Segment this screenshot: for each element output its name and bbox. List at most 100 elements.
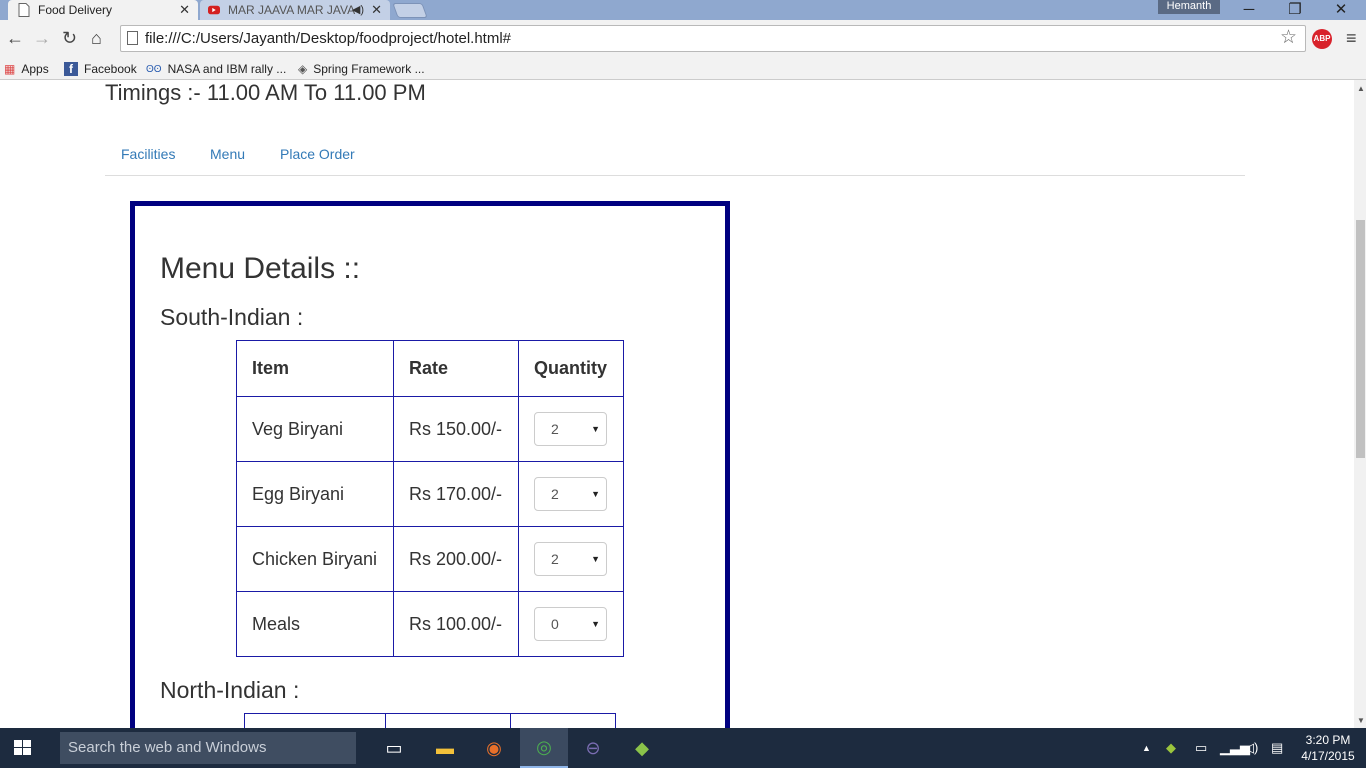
quantity-select[interactable]: 2 ▼: [534, 412, 607, 446]
quantity-select[interactable]: 0 ▼: [534, 607, 607, 641]
quantity-cell: 2 ▼: [518, 396, 624, 462]
page-nav: Facilities Menu Place Order: [105, 146, 1245, 176]
tab-youtube[interactable]: MAR JAAVA MAR JAVA ◀) ✕: [200, 0, 390, 20]
tab-strip: Food Delivery ✕ MAR JAAVA MAR JAVA ◀) ✕ …: [0, 0, 1366, 20]
close-tab-icon[interactable]: ✕: [371, 2, 382, 18]
minimize-icon[interactable]: ─: [1226, 0, 1272, 20]
url-text: file:///C:/Users/Jayanth/Desktop/foodpro…: [145, 30, 512, 47]
chrome-icon[interactable]: ◎: [520, 728, 568, 768]
tab-title: Food Delivery: [38, 3, 113, 17]
table-row: Veg Biryani Rs 150.00/- 2 ▼: [236, 396, 624, 462]
youtube-icon: [208, 5, 220, 15]
new-tab-button[interactable]: [392, 3, 428, 18]
item-name: Chicken Biryani: [236, 526, 394, 592]
quantity-select[interactable]: 2 ▼: [534, 542, 607, 576]
profile-badge[interactable]: Hemanth: [1158, 0, 1220, 14]
bookmark-star-icon[interactable]: ☆: [1280, 26, 1297, 49]
bookmarks-bar: ▦ Apps f Facebook ʘʘ NASA and IBM rally …: [0, 58, 1366, 80]
menu-title: Menu Details ::: [160, 252, 361, 285]
nasa-icon: ʘʘ: [146, 63, 162, 75]
dropdown-arrow-icon: ▼: [591, 424, 600, 434]
header-item: Item: [236, 340, 394, 397]
quantity-value: 2: [551, 486, 559, 502]
section-south-indian: South-Indian :: [160, 304, 304, 330]
quantity-cell: 2 ▼: [518, 461, 624, 527]
show-hidden-icons-icon[interactable]: ▲: [1142, 743, 1151, 753]
scroll-up-arrow-icon[interactable]: ▲: [1357, 84, 1365, 93]
table-header-row: Item Rate Quantity: [236, 340, 624, 397]
bookmark-apps[interactable]: ▦ Apps: [4, 58, 49, 80]
bluestacks-icon[interactable]: ◆: [618, 728, 666, 768]
item-name: Veg Biryani: [236, 396, 394, 462]
reload-icon[interactable]: ↻: [62, 28, 77, 49]
item-rate: Rs 150.00/-: [393, 396, 519, 462]
quantity-cell: 2 ▼: [518, 526, 624, 592]
quantity-select[interactable]: 2 ▼: [534, 477, 607, 511]
dropdown-arrow-icon: ▼: [591, 554, 600, 564]
quantity-value: 2: [551, 421, 559, 437]
header-cell: [510, 713, 616, 728]
bookmark-facebook[interactable]: f Facebook: [64, 58, 137, 80]
audio-icon: ◀): [351, 4, 364, 16]
item-rate: Rs 170.00/-: [393, 461, 519, 527]
file-explorer-icon[interactable]: ▬: [421, 728, 469, 768]
tab-title: MAR JAAVA MAR JAVA: [228, 3, 356, 17]
bookmark-nasa[interactable]: ʘʘ NASA and IBM rally ...: [146, 58, 286, 80]
system-clock[interactable]: 3:20 PM 4/17/2015: [1298, 732, 1358, 764]
firefox-icon[interactable]: ◉: [470, 728, 518, 768]
windows-taskbar: Search the web and Windows ▭ ▬ ◉ ◎ ⊖ ◆ ▲…: [0, 728, 1366, 768]
table-row: Chicken Biryani Rs 200.00/- 2 ▼: [236, 526, 624, 592]
quantity-cell: 0 ▼: [518, 591, 624, 657]
page-content: Timings :- 11.00 AM To 11.00 PM Faciliti…: [0, 80, 1354, 728]
quantity-value: 0: [551, 616, 559, 632]
address-bar[interactable]: file:///C:/Users/Jayanth/Desktop/foodpro…: [120, 25, 1306, 52]
bluestacks-tray-icon[interactable]: ◆: [1166, 740, 1176, 756]
back-icon[interactable]: ←: [6, 28, 24, 49]
menu-details-panel: Menu Details :: South-Indian : Item Rate…: [130, 201, 730, 728]
spring-icon: ◈: [298, 62, 308, 76]
page-icon: [18, 3, 30, 17]
tab-food-delivery[interactable]: Food Delivery ✕: [8, 0, 198, 20]
bookmark-label: Spring Framework ...: [313, 62, 425, 76]
chrome-menu-icon[interactable]: ≡: [1346, 28, 1357, 49]
apps-grid-icon: ▦: [4, 62, 16, 76]
item-name: Egg Biryani: [236, 461, 394, 527]
clock-date: 4/17/2015: [1301, 749, 1355, 763]
bookmark-spring[interactable]: ◈ Spring Framework ...: [298, 58, 425, 80]
nav-facilities[interactable]: Facilities: [121, 146, 175, 162]
facebook-icon: f: [64, 62, 78, 76]
restore-icon[interactable]: ❐: [1272, 0, 1318, 20]
taskbar-search[interactable]: Search the web and Windows: [60, 732, 356, 764]
close-window-icon[interactable]: ✕: [1318, 0, 1364, 20]
battery-icon[interactable]: ▭: [1195, 740, 1207, 756]
adblock-icon[interactable]: ABP: [1312, 29, 1332, 49]
quantity-value: 2: [551, 551, 559, 567]
item-rate: Rs 100.00/-: [393, 591, 519, 657]
scroll-down-arrow-icon[interactable]: ▼: [1357, 716, 1365, 725]
nav-menu[interactable]: Menu: [210, 146, 245, 162]
action-center-icon[interactable]: ▤: [1271, 740, 1283, 756]
forward-icon[interactable]: →: [33, 28, 51, 49]
table-row: Meals Rs 100.00/- 0 ▼: [236, 591, 624, 657]
timings-text: Timings :- 11.00 AM To 11.00 PM: [105, 80, 426, 105]
eclipse-icon[interactable]: ⊖: [569, 728, 617, 768]
header-cell: [244, 713, 386, 728]
windows-start-icon[interactable]: [14, 740, 32, 756]
task-view-icon[interactable]: ▭: [370, 728, 418, 768]
dropdown-arrow-icon: ▼: [591, 619, 600, 629]
item-rate: Rs 200.00/-: [393, 526, 519, 592]
page-icon: [127, 31, 138, 45]
table-header-row: [244, 713, 616, 728]
nav-place-order[interactable]: Place Order: [280, 146, 355, 162]
clock-time: 3:20 PM: [1305, 733, 1351, 747]
bookmark-label: Apps: [21, 62, 49, 76]
dropdown-arrow-icon: ▼: [591, 489, 600, 499]
volume-icon[interactable]: ◁): [1244, 740, 1258, 756]
item-name: Meals: [236, 591, 394, 657]
north-indian-table: [244, 713, 616, 728]
scrollbar-thumb[interactable]: [1356, 220, 1365, 458]
close-tab-icon[interactable]: ✕: [179, 2, 190, 18]
home-icon[interactable]: ⌂: [91, 28, 102, 49]
header-rate: Rate: [393, 340, 519, 397]
bookmark-label: Facebook: [84, 62, 137, 76]
